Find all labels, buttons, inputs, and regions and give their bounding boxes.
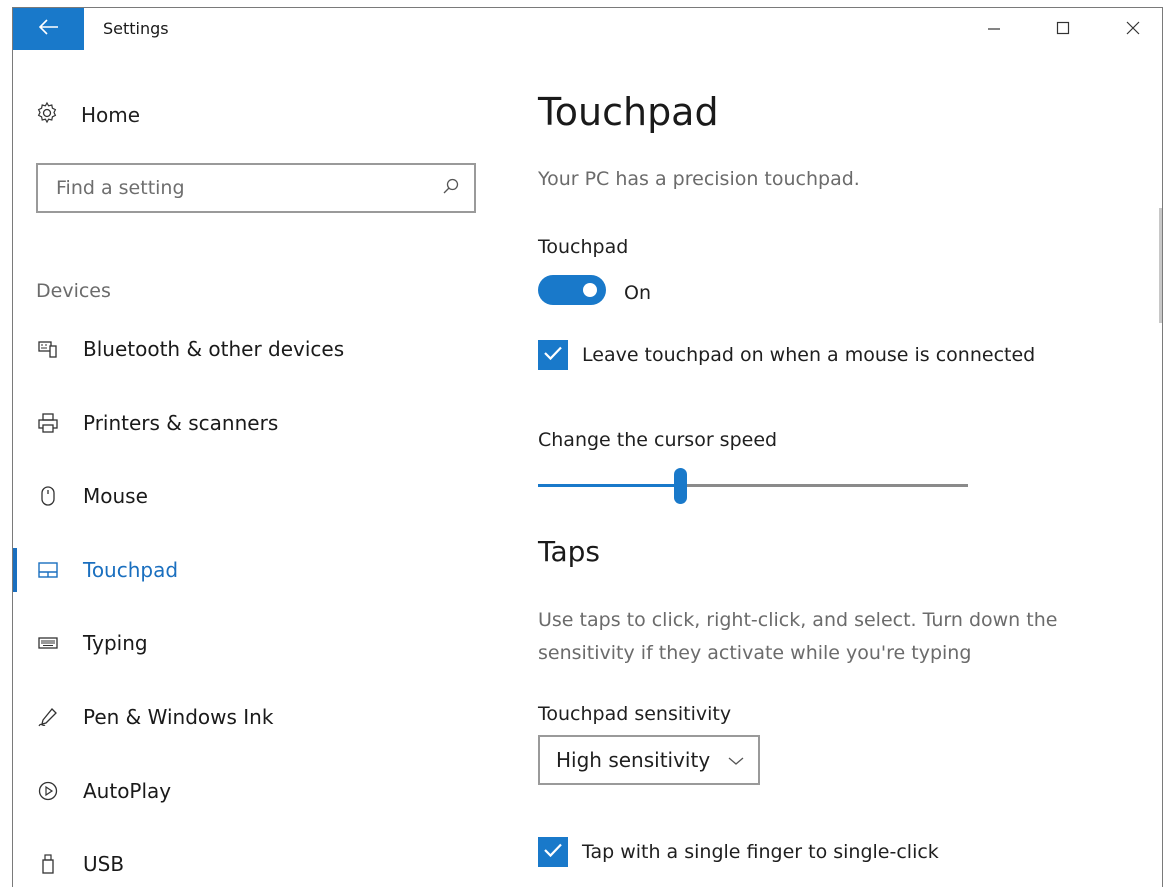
bluetooth-devices-icon — [35, 336, 61, 362]
sidebar-item-mouse[interactable]: Mouse — [35, 479, 148, 513]
sidebar-item-label: USB — [83, 852, 125, 876]
toggle-knob — [583, 283, 597, 297]
chevron-down-icon — [728, 751, 744, 770]
printer-icon — [35, 410, 61, 436]
sensitivity-dropdown[interactable]: High sensitivity — [538, 735, 760, 785]
section-header-devices: Devices — [36, 280, 111, 302]
autoplay-icon — [35, 778, 61, 804]
window-title: Settings — [103, 19, 169, 38]
sidebar-item-pen[interactable]: Pen & Windows Ink — [35, 700, 273, 734]
taps-heading: Taps — [538, 535, 600, 568]
back-arrow-icon — [38, 19, 59, 39]
checkmark-icon — [543, 842, 563, 862]
checkbox-label: Leave touchpad on when a mouse is connec… — [582, 344, 1036, 366]
gear-icon — [35, 101, 59, 129]
search-icon[interactable] — [442, 177, 460, 199]
page-subtitle: Your PC has a precision touchpad. — [538, 168, 860, 190]
sidebar-item-label: Bluetooth & other devices — [83, 337, 345, 361]
touchpad-icon — [35, 557, 61, 583]
close-icon — [1126, 20, 1140, 39]
sensitivity-value: High sensitivity — [556, 748, 711, 772]
sidebar-item-bluetooth[interactable]: Bluetooth & other devices — [35, 332, 344, 366]
leave-touchpad-on-checkbox-row[interactable]: Leave touchpad on when a mouse is connec… — [538, 340, 1035, 370]
maximize-icon — [1056, 20, 1070, 39]
sidebar-item-autoplay[interactable]: AutoPlay — [35, 774, 171, 808]
single-tap-checkbox-row[interactable]: Tap with a single finger to single-click — [538, 837, 939, 867]
minimize-button[interactable] — [971, 8, 1017, 50]
touchpad-toggle[interactable] — [538, 275, 606, 305]
sidebar-item-label: Mouse — [83, 484, 148, 508]
settings-window: Settings Home Devices Bluetoo — [12, 7, 1163, 887]
scrollbar-indicator[interactable] — [1159, 208, 1162, 323]
close-button[interactable] — [1110, 8, 1156, 50]
slider-fill — [538, 484, 680, 487]
sidebar-item-label: AutoPlay — [83, 779, 172, 803]
cursor-speed-label: Change the cursor speed — [538, 429, 778, 451]
sensitivity-label: Touchpad sensitivity — [538, 703, 732, 725]
sidebar-item-printers[interactable]: Printers & scanners — [35, 406, 278, 440]
sidebar-item-label: Touchpad — [83, 558, 179, 582]
minimize-icon — [987, 20, 1001, 39]
slider-thumb[interactable] — [673, 468, 687, 504]
pen-icon — [35, 704, 61, 730]
search-input[interactable] — [56, 177, 442, 199]
cursor-speed-slider[interactable] — [538, 468, 968, 504]
mouse-icon — [35, 483, 61, 509]
back-button[interactable] — [13, 8, 84, 50]
keyboard-icon — [35, 630, 61, 656]
sidebar-item-label: Printers & scanners — [83, 411, 279, 435]
touchpad-toggle-label: Touchpad — [538, 236, 629, 258]
toggle-state-text: On — [624, 282, 651, 304]
sidebar-item-touchpad[interactable]: Touchpad — [35, 553, 178, 587]
home-nav-item[interactable]: Home — [35, 100, 140, 130]
checkmark-icon — [543, 345, 563, 365]
search-box — [36, 163, 476, 213]
sidebar-item-usb[interactable]: USB — [35, 847, 124, 881]
page-title: Touchpad — [538, 90, 719, 134]
maximize-button[interactable] — [1040, 8, 1086, 50]
sidebar-item-typing[interactable]: Typing — [35, 626, 148, 660]
title-bar: Settings — [13, 8, 1162, 50]
home-label: Home — [81, 103, 141, 127]
taps-description: Use taps to click, right-click, and sele… — [538, 609, 1058, 664]
active-indicator — [13, 548, 17, 592]
usb-icon — [35, 851, 61, 877]
checkbox-label: Tap with a single finger to single-click — [582, 841, 939, 863]
single-tap-checkbox[interactable] — [538, 837, 568, 867]
sidebar-item-label: Pen & Windows Ink — [83, 705, 274, 729]
leave-touchpad-on-checkbox[interactable] — [538, 340, 568, 370]
sidebar-item-label: Typing — [83, 631, 148, 655]
